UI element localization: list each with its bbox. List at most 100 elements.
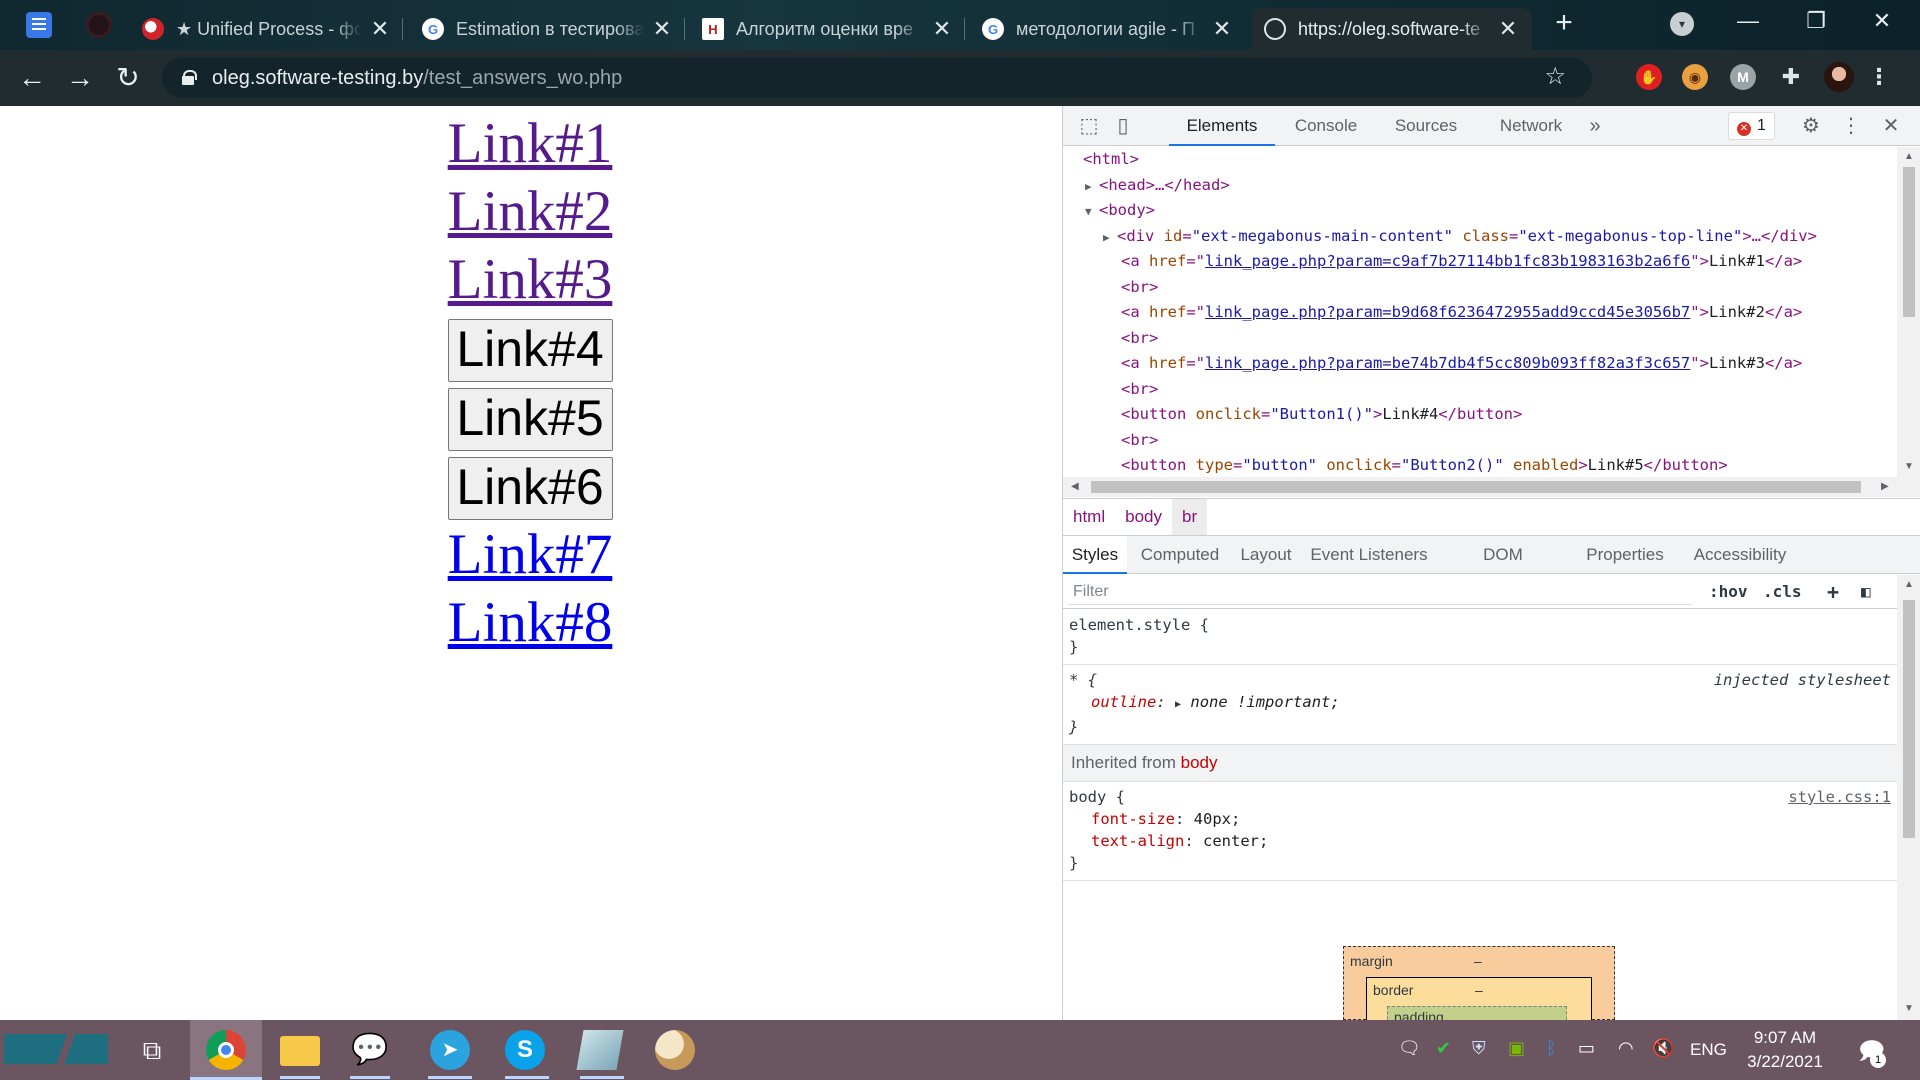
tab-console[interactable]: Console bbox=[1281, 106, 1371, 146]
adblock-extension-icon[interactable]: ✋ bbox=[1636, 64, 1662, 90]
scroll-left-icon[interactable]: ◀ bbox=[1071, 481, 1079, 492]
br-node[interactable]: <br> bbox=[1121, 329, 1158, 347]
link-2[interactable]: Link#2 bbox=[448, 180, 613, 243]
task-view-icon[interactable]: ⧉ bbox=[132, 1030, 172, 1070]
breadcrumb-body[interactable]: body bbox=[1115, 499, 1172, 535]
tab-computed[interactable]: Computed bbox=[1135, 536, 1225, 574]
border-value[interactable]: – bbox=[1475, 982, 1483, 998]
expand-triangle-icon[interactable]: ▶ bbox=[1085, 174, 1099, 200]
inspect-element-icon[interactable]: ⬚ bbox=[1077, 114, 1101, 138]
more-tabs-icon[interactable]: » bbox=[1583, 114, 1607, 138]
dom-vertical-scrollbar[interactable]: ▲ ▼ bbox=[1897, 147, 1920, 477]
dom-tree[interactable]: <html> ▶ <head>…</head> ▼ <body> ▶ <div id=… bbox=[1063, 147, 1897, 477]
br-node[interactable]: <br> bbox=[1121, 431, 1158, 449]
tab-estimation[interactable]: G Estimation в тестирова ✕ bbox=[412, 8, 685, 50]
docs-app-icon[interactable] bbox=[26, 12, 52, 38]
scroll-up-icon[interactable]: ▲ bbox=[1904, 579, 1914, 590]
address-bar[interactable]: oleg.software-testing.by/test_answers_wo… bbox=[162, 58, 1592, 98]
forward-arrow-icon[interactable]: → bbox=[64, 62, 96, 94]
br-node[interactable]: <br> bbox=[1121, 380, 1158, 398]
tab-agile[interactable]: G методологии agile - П ✕ bbox=[972, 8, 1244, 50]
close-window-icon[interactable]: ✕ bbox=[1862, 8, 1902, 34]
bluetooth-icon[interactable]: ᛒ bbox=[1546, 1038, 1557, 1059]
body-rule[interactable]: body { style.css:1 font-size: 40px; text… bbox=[1063, 782, 1897, 881]
toggle-sidebar-icon[interactable]: ◧ bbox=[1861, 579, 1871, 605]
link-7[interactable]: Link#7 bbox=[448, 523, 613, 586]
language-indicator[interactable]: ENG bbox=[1690, 1040, 1727, 1060]
close-tab-icon[interactable]: ✕ bbox=[650, 16, 674, 42]
restore-icon[interactable]: ❐ bbox=[1796, 8, 1836, 34]
a-node[interactable]: <a href="link_page.php?param=be74b7db4f5… bbox=[1063, 351, 1897, 377]
url-text[interactable]: oleg.software-testing.by/test_answers_wo… bbox=[212, 67, 622, 90]
tab-unified-process[interactable]: ★ Unified Process - фо ✕ bbox=[132, 8, 403, 50]
inherited-body-link[interactable]: body bbox=[1181, 753, 1218, 772]
tab-dom-breakpoints[interactable]: DOM Breakpoints bbox=[1437, 536, 1569, 602]
button-node[interactable]: <button type="button" onclick="Button2()… bbox=[1063, 453, 1897, 477]
error-count-badge[interactable]: ✕ 1 bbox=[1728, 112, 1775, 140]
wifi-icon[interactable]: ◠ bbox=[1618, 1038, 1634, 1059]
pinned-tab-icon[interactable] bbox=[86, 12, 112, 38]
menu-kebab-icon[interactable]: ⋮ bbox=[1866, 64, 1892, 90]
stylesheet-link[interactable]: style.css:1 bbox=[1788, 786, 1891, 808]
back-arrow-icon[interactable]: ← bbox=[16, 62, 48, 94]
tab-sources[interactable]: Sources bbox=[1381, 106, 1471, 146]
chrome-icon[interactable] bbox=[206, 1030, 246, 1070]
filter-input[interactable]: Filter bbox=[1067, 579, 1693, 605]
skype-icon[interactable]: S bbox=[505, 1030, 545, 1070]
universal-rule[interactable]: * { injected stylesheet outline: ▶ none … bbox=[1063, 665, 1897, 745]
paint-icon[interactable] bbox=[655, 1030, 695, 1070]
settings-gear-icon[interactable]: ⚙ bbox=[1799, 114, 1823, 138]
html-node[interactable]: <html> bbox=[1083, 150, 1139, 168]
system-clock[interactable]: 9:07 AM 3/22/2021 bbox=[1740, 1026, 1830, 1074]
link-6-button[interactable]: Link#6 bbox=[447, 457, 613, 520]
cls-toggle[interactable]: .cls bbox=[1763, 579, 1802, 605]
telegram-icon[interactable]: ➤ bbox=[430, 1030, 470, 1070]
tab-algorithm[interactable]: H Алгоритм оценки вре ✕ bbox=[692, 8, 965, 50]
new-tab-button[interactable]: + bbox=[1548, 8, 1580, 40]
close-tab-icon[interactable]: ✕ bbox=[1210, 16, 1234, 42]
expand-triangle-icon[interactable]: ▶ bbox=[1175, 699, 1181, 710]
tab-network[interactable]: Network bbox=[1481, 106, 1581, 146]
scroll-up-icon[interactable]: ▲ bbox=[1904, 151, 1914, 162]
lock-icon[interactable] bbox=[182, 70, 197, 85]
devtools-menu-icon[interactable]: ⋮ bbox=[1839, 114, 1863, 138]
file-explorer-icon[interactable] bbox=[280, 1036, 320, 1066]
tab-elements[interactable]: Elements bbox=[1169, 106, 1275, 146]
tab-layout[interactable]: Layout bbox=[1231, 536, 1301, 574]
tab-search-icon[interactable]: ▾ bbox=[1670, 12, 1694, 36]
close-tab-icon[interactable]: ✕ bbox=[1496, 16, 1520, 42]
link-8[interactable]: Link#8 bbox=[448, 591, 613, 654]
link-1[interactable]: Link#1 bbox=[448, 112, 613, 175]
div-node[interactable]: ▶ <div id="ext-megabonus-main-content" cl… bbox=[1063, 224, 1897, 250]
margin-value[interactable]: – bbox=[1474, 953, 1482, 969]
head-node[interactable]: <head>…</head> bbox=[1099, 176, 1230, 194]
tab-event-listeners[interactable]: Event Listeners bbox=[1307, 536, 1431, 574]
a-node[interactable]: <a href="link_page.php?param=b9d68f62364… bbox=[1063, 300, 1897, 326]
button-node[interactable]: <button onclick="Button1()">Link#4</butt… bbox=[1063, 402, 1897, 428]
collapse-triangle-icon[interactable]: ▼ bbox=[1085, 199, 1099, 225]
tab-properties[interactable]: Properties bbox=[1577, 536, 1673, 574]
breadcrumb-br[interactable]: br bbox=[1172, 499, 1208, 535]
tab-active[interactable]: https://oleg.software-te ✕ bbox=[1252, 8, 1532, 50]
profile-m-icon[interactable]: M bbox=[1730, 64, 1756, 90]
close-tab-icon[interactable]: ✕ bbox=[368, 16, 392, 42]
link-3[interactable]: Link#3 bbox=[448, 248, 613, 311]
vpn-tray-icon[interactable]: ⛨ bbox=[1472, 1038, 1486, 1059]
a-node[interactable]: <a href="link_page.php?param=c9af7b27114… bbox=[1063, 249, 1897, 275]
close-devtools-icon[interactable]: ✕ bbox=[1879, 114, 1903, 138]
link-5-button[interactable]: Link#5 bbox=[447, 388, 613, 451]
start-logo-icon[interactable] bbox=[4, 1034, 108, 1064]
device-toolbar-icon[interactable]: ▯ bbox=[1111, 114, 1135, 138]
scroll-right-icon[interactable]: ▶ bbox=[1881, 481, 1889, 492]
element-style-rule[interactable]: element.style { } bbox=[1063, 610, 1897, 665]
check-tray-icon[interactable]: ✔ bbox=[1436, 1038, 1451, 1059]
tab-accessibility[interactable]: Accessibility bbox=[1681, 536, 1799, 574]
dom-horizontal-scrollbar[interactable]: ◀ ▶ bbox=[1063, 477, 1920, 497]
styles-vertical-scrollbar[interactable]: ▲ ▼ bbox=[1897, 575, 1920, 1020]
close-tab-icon[interactable]: ✕ bbox=[930, 16, 954, 42]
tab-styles[interactable]: Styles bbox=[1063, 536, 1127, 574]
minimize-icon[interactable]: — bbox=[1728, 8, 1768, 34]
fox-extension-icon[interactable]: ◉ bbox=[1682, 64, 1708, 90]
br-node[interactable]: <br> bbox=[1121, 278, 1158, 296]
nvidia-tray-icon[interactable]: ▣ bbox=[1508, 1038, 1525, 1059]
